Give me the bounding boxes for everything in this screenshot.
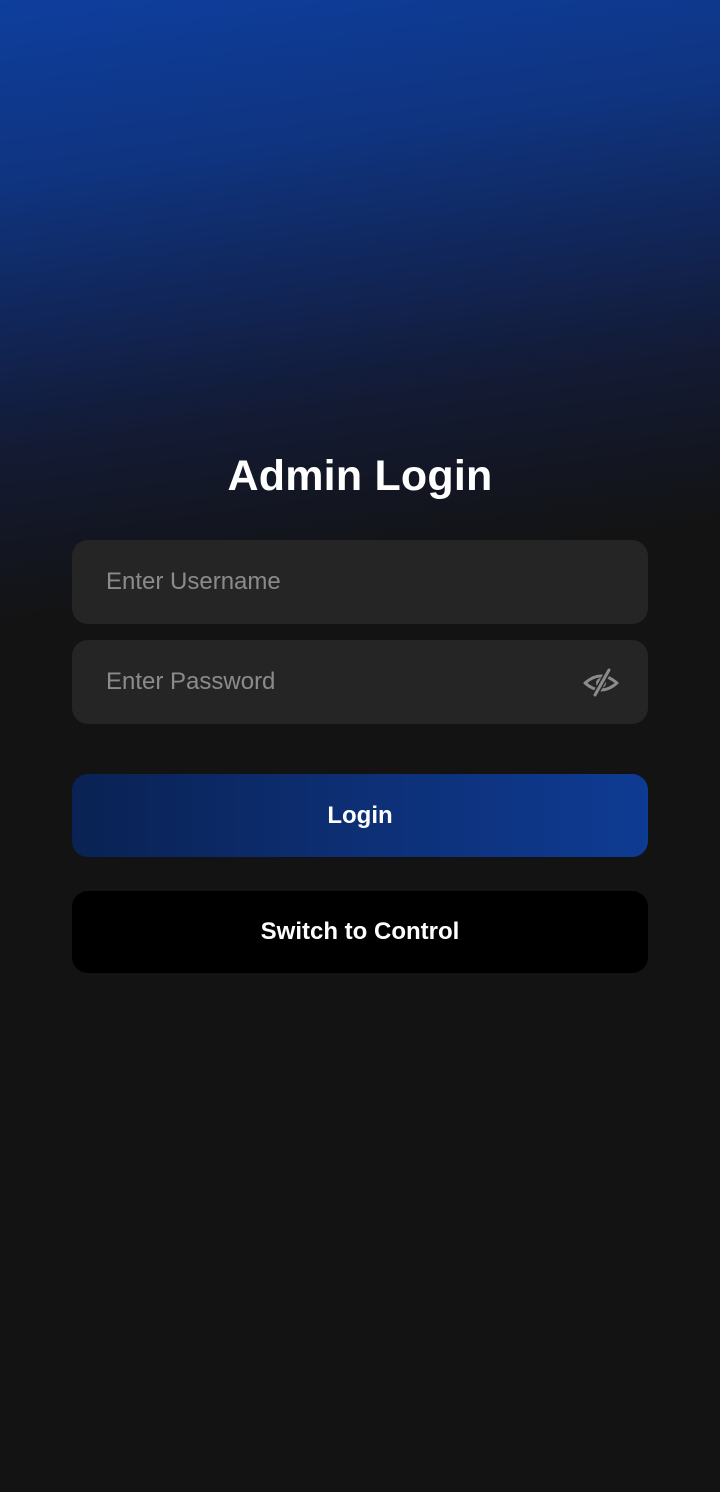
username-input[interactable] [72, 540, 648, 624]
page-title: Admin Login [227, 452, 493, 500]
username-field[interactable] [72, 540, 648, 624]
eye-slash-icon[interactable] [582, 666, 620, 698]
password-input[interactable] [72, 640, 562, 724]
switch-to-control-button[interactable]: Switch to Control [72, 891, 648, 973]
login-button[interactable]: Login [72, 774, 648, 857]
password-field[interactable] [72, 640, 648, 724]
background-gradient [0, 0, 720, 1492]
